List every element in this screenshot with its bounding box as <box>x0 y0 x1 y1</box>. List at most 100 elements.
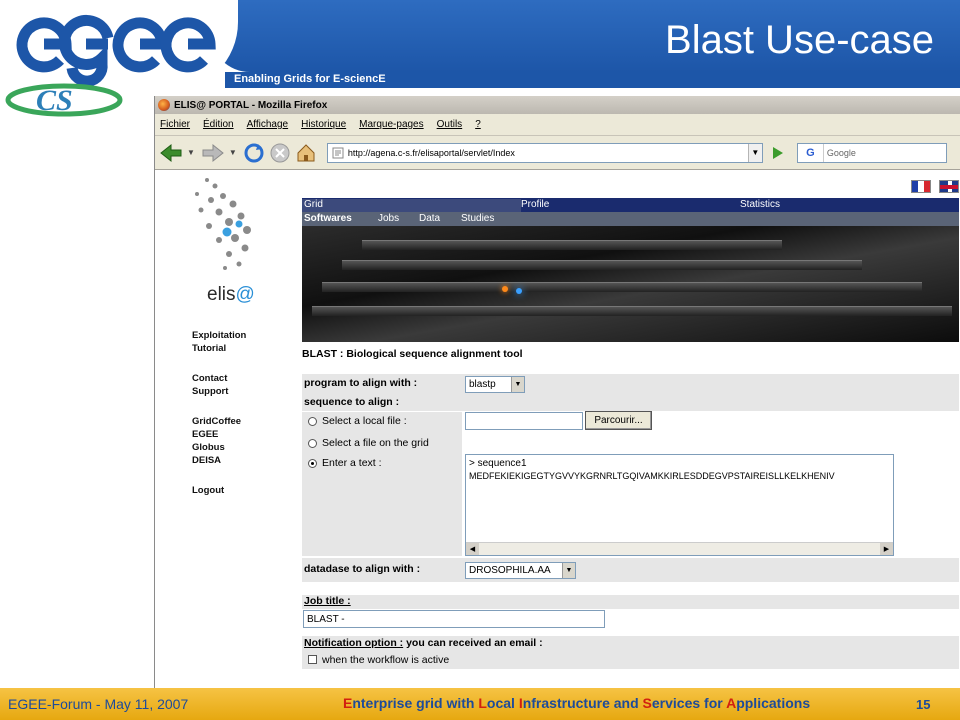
database-select[interactable]: DROSOPHILA.AA ▼ <box>465 562 576 579</box>
scroll-left-icon[interactable]: ◀ <box>466 543 479 555</box>
scroll-right-icon[interactable]: ▶ <box>880 543 893 555</box>
english-flag-icon[interactable] <box>939 180 959 193</box>
chevron-down-icon: ▼ <box>511 377 524 392</box>
tab-statistics[interactable]: Statistics <box>740 199 780 210</box>
nav-tutorial[interactable]: Tutorial <box>192 342 246 355</box>
tab-grid[interactable]: Grid <box>302 199 521 213</box>
local-file-input[interactable] <box>465 412 583 430</box>
browser-window: ELIS@ PORTAL - Mozilla Firefox Fichier É… <box>154 96 960 688</box>
chevron-down-icon: ▼ <box>562 563 575 578</box>
notification-row: Notification option : you can received a… <box>302 636 959 652</box>
browse-button[interactable]: Parcourir... <box>585 411 652 430</box>
french-flag-icon[interactable] <box>911 180 931 193</box>
slide-title: Blast Use-case <box>665 18 934 62</box>
go-button[interactable] <box>769 144 787 162</box>
orange-led-icon <box>502 286 508 292</box>
checkbox-icon[interactable] <box>308 655 317 664</box>
radio-icon <box>308 438 317 448</box>
sequence-label: sequence to align : <box>304 396 400 408</box>
stop-button[interactable] <box>269 141 291 165</box>
url-dropdown-icon[interactable]: ▼ <box>747 143 762 162</box>
firefox-icon <box>158 99 170 111</box>
radio-icon <box>308 416 317 426</box>
radio-local-file[interactable]: Select a local file : <box>308 415 407 427</box>
blue-led-icon <box>516 288 522 294</box>
job-title-row: Job title : <box>302 595 959 609</box>
search-placeholder: Google <box>826 147 856 158</box>
back-dropdown-icon[interactable]: ▼ <box>187 148 195 157</box>
program-select[interactable]: blastp ▼ <box>465 376 525 393</box>
database-row: datadase to align with : DROSOPHILA.AA ▼ <box>302 558 959 582</box>
navigation-toolbar: ▼ ▼ http://agena.c-s.fr/elisaportal/serv… <box>155 136 960 170</box>
radio-grid-file[interactable]: Select a file on the grid <box>308 437 429 449</box>
nav-egee[interactable]: EGEE <box>192 428 246 441</box>
subtab-data[interactable]: Data <box>419 213 440 224</box>
menu-historique[interactable]: Historique <box>301 119 346 130</box>
menu-outils[interactable]: Outils <box>437 119 463 130</box>
slide-footer: EGEE-Forum - May 11, 2007 Enterprise gri… <box>0 688 960 720</box>
sequence-header-row: sequence to align : <box>302 395 959 411</box>
job-title-label: Job title : <box>304 595 351 607</box>
reload-icon <box>244 143 264 162</box>
tab-profile[interactable]: Profile <box>521 199 549 210</box>
back-button[interactable] <box>159 141 183 165</box>
sub-tabs: Softwares Jobs Data Studies <box>302 212 959 226</box>
menubar: Fichier Édition Affichage Historique Mar… <box>155 114 960 136</box>
program-label: program to align with : <box>304 377 418 389</box>
forward-arrow-icon <box>202 143 224 162</box>
home-icon <box>297 143 315 161</box>
sequence-line: > sequence1 <box>469 458 527 469</box>
notify-checkbox[interactable]: when the workflow is active <box>308 654 449 666</box>
sequence-line: MEDFEKIEKIGEGTYGVVYKGRNRLTGQIVAMKKIRLESD… <box>469 471 835 481</box>
top-tabs: Grid Profile Statistics <box>302 198 959 213</box>
menu-marque-pages[interactable]: Marque-pages <box>359 119 423 130</box>
back-arrow-icon <box>160 143 182 162</box>
job-title-input[interactable]: BLAST - <box>303 610 605 628</box>
search-box[interactable]: G Google <box>796 142 947 163</box>
google-icon[interactable]: G <box>798 143 824 162</box>
home-button[interactable] <box>295 141 317 165</box>
url-text: http://agena.c-s.fr/elisaportal/servlet/… <box>347 147 515 158</box>
menu-edition[interactable]: Édition <box>203 119 234 130</box>
cs-logo-text: CS <box>36 84 73 117</box>
subtab-softwares[interactable]: Softwares <box>304 213 352 224</box>
reload-button[interactable] <box>243 141 265 165</box>
page-title: BLAST : Biological sequence alignment to… <box>302 348 523 360</box>
menu-affichage[interactable]: Affichage <box>247 119 289 130</box>
nav-contact[interactable]: Contact <box>192 372 246 385</box>
page-number: 15 <box>916 697 931 712</box>
menu-help[interactable]: ? <box>475 119 481 130</box>
program-value: blastp <box>469 379 496 390</box>
nav-globus[interactable]: Globus <box>192 441 246 454</box>
elisa-logo-text: elis@ <box>207 284 255 305</box>
nav-logout[interactable]: Logout <box>192 484 246 497</box>
menu-fichier[interactable]: Fichier <box>160 119 190 130</box>
footer-event: EGEE-Forum - May 11, 2007 <box>8 696 189 712</box>
nav-deisa[interactable]: DEISA <box>192 454 246 467</box>
notify-checkbox-row: when the workflow is active <box>302 652 959 669</box>
nav-gridcoffee[interactable]: GridCoffee <box>192 415 246 428</box>
subtab-studies[interactable]: Studies <box>461 213 494 224</box>
forward-button[interactable] <box>201 141 225 165</box>
page-content: elis@ Exploitation Tutorial Contact Supp… <box>155 174 960 688</box>
left-navigation: Exploitation Tutorial Contact Support Gr… <box>192 329 246 514</box>
database-value: DROSOPHILA.AA <box>469 565 551 576</box>
sequence-textarea[interactable]: > sequence1 MEDFEKIEKIGEGTYGVVYKGRNRLTGQ… <box>465 454 894 556</box>
stop-icon <box>270 143 290 162</box>
footer-slogan: Enterprise grid with Local Infrastructur… <box>343 695 811 711</box>
radio-enter-text[interactable]: Enter a text : <box>308 457 382 469</box>
elisa-dots-logo <box>195 178 251 270</box>
nav-support[interactable]: Support <box>192 385 246 398</box>
program-row: program to align with : blastp ▼ <box>302 374 959 395</box>
nav-exploitation[interactable]: Exploitation <box>192 329 246 342</box>
language-flags <box>911 180 959 193</box>
horizontal-scrollbar[interactable]: ◀ ▶ <box>466 542 893 555</box>
subtab-jobs[interactable]: Jobs <box>378 213 399 224</box>
address-bar[interactable]: http://agena.c-s.fr/elisaportal/servlet/… <box>326 142 763 163</box>
forward-dropdown-icon[interactable]: ▼ <box>229 148 237 157</box>
radio-selected-icon <box>308 458 317 468</box>
notification-text: Notification option : you can received a… <box>304 637 543 649</box>
tagline: Enabling Grids for E-sciencE <box>234 73 386 85</box>
window-title: ELIS@ PORTAL - Mozilla Firefox <box>174 99 328 111</box>
go-arrow-icon <box>772 146 783 159</box>
